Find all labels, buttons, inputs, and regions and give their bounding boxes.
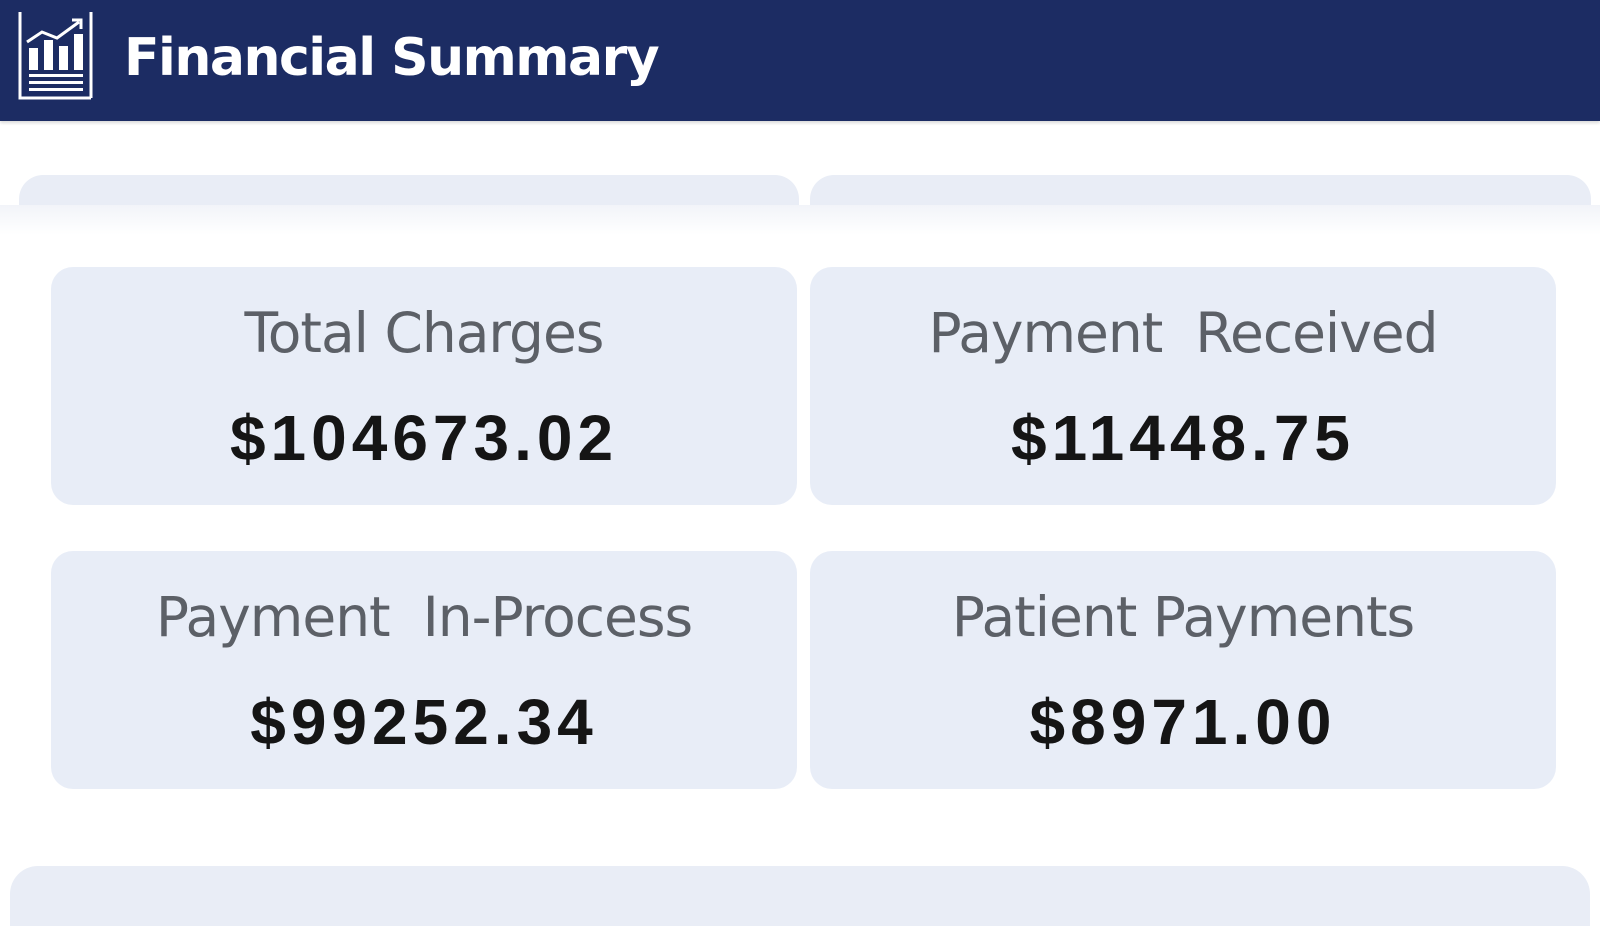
tab-left[interactable] bbox=[19, 175, 799, 205]
card-label: Total Charges bbox=[244, 301, 605, 365]
card-label: Payment Received bbox=[928, 301, 1439, 365]
bottom-panel bbox=[10, 866, 1590, 926]
payment-in-process-card: Payment In-Process $99252.34 bbox=[51, 551, 797, 789]
app-header: Financial Summary bbox=[0, 0, 1600, 121]
tab-divider bbox=[0, 205, 1600, 235]
card-value: $8971.00 bbox=[1029, 686, 1337, 758]
financial-chart-icon bbox=[18, 12, 93, 100]
tab-right[interactable] bbox=[810, 175, 1591, 205]
page-title: Financial Summary bbox=[124, 28, 660, 88]
card-label: Payment In-Process bbox=[155, 585, 693, 649]
total-charges-card: Total Charges $104673.02 bbox=[51, 267, 797, 505]
card-label: Patient Payments bbox=[951, 585, 1415, 649]
card-value: $104673.02 bbox=[229, 402, 619, 474]
patient-payments-card: Patient Payments $8971.00 bbox=[810, 551, 1556, 789]
payment-received-card: Payment Received $11448.75 bbox=[810, 267, 1556, 505]
card-value: $11448.75 bbox=[1011, 402, 1355, 474]
card-value: $99252.34 bbox=[250, 686, 598, 758]
